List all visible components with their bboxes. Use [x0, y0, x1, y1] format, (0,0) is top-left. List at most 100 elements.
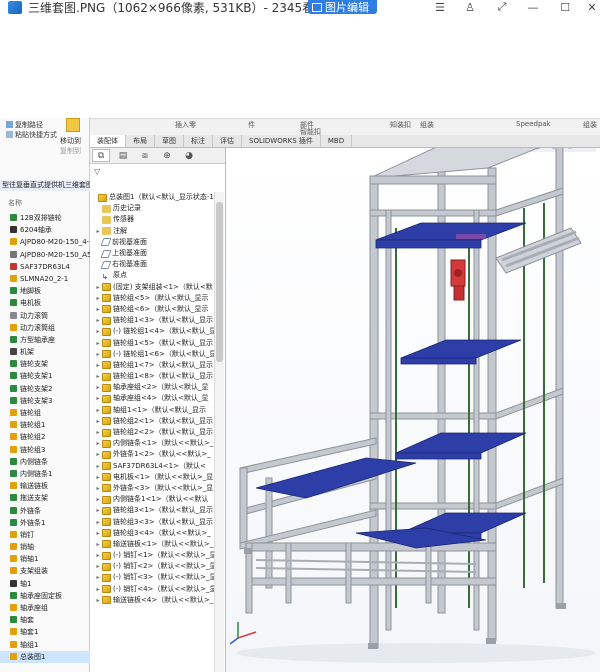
tab-sketch[interactable]: 草图 [155, 135, 184, 147]
tree-item[interactable]: ▸ SAF37DR63L4<1>（默认< [90, 461, 214, 472]
tree-item[interactable]: ▸ 外链条1<2>（默认<<默认>_ [90, 449, 214, 460]
file-list-item[interactable]: 内侧链条1 [0, 468, 90, 480]
tab-addins[interactable]: SOLIDWORKS 插件 [242, 135, 321, 147]
file-list-item[interactable]: AJPD80-M20-150_4- [0, 236, 90, 248]
expand-arrow-icon[interactable]: ▸ [94, 528, 102, 539]
expand-arrow-icon[interactable]: ▸ [94, 438, 102, 449]
expand-arrow-icon[interactable]: ▸ [94, 382, 102, 393]
tree-item[interactable]: ▸ 链轮组2<1>（默认<默认_显示 [90, 416, 214, 427]
file-list-item[interactable]: 动力滚筒组 [0, 322, 90, 334]
skin-icon[interactable]: ♙ [460, 0, 480, 14]
expand-arrow-icon[interactable]: ▸ [94, 226, 102, 237]
expand-arrow-icon[interactable]: ▸ [94, 494, 102, 505]
tree-item[interactable]: ▸ (-) 链轮组1<6>（默认<默认_显 [90, 349, 214, 360]
file-list-item[interactable]: SAF37DR63L4 [0, 261, 90, 273]
tab-evaluate[interactable]: 评估 [213, 135, 242, 147]
display-tab-icon[interactable]: ◕ [180, 149, 198, 162]
file-list-item[interactable]: 支架组装 [0, 565, 90, 577]
expand-arrow-icon[interactable]: ▸ [94, 505, 102, 516]
tree-item[interactable]: ▸ 链轮组3<4>（默认<<默认>_ [90, 528, 214, 539]
tab-assembly[interactable]: 装配体 [90, 135, 126, 147]
maximize-icon[interactable]: ☐ [555, 0, 575, 14]
file-list-item[interactable]: 销轴1 [0, 553, 90, 565]
feature-tree-tab-icon[interactable]: ⧉ [92, 149, 110, 162]
expand-arrow-icon[interactable]: ▸ [94, 561, 102, 572]
file-list-item[interactable]: 方型轴承座 [0, 334, 90, 346]
file-list-item[interactable]: 地脚板 [0, 285, 90, 297]
tree-item[interactable]: ▸ 输送链板<1>（默认<<默认>_ [90, 539, 214, 550]
tree-scroll-thumb[interactable] [216, 202, 223, 362]
file-list-item[interactable]: 轴承座固定板 [0, 590, 90, 602]
file-list-item[interactable]: 动力滚筒 [0, 310, 90, 322]
tree-item[interactable]: 前视基准面 [90, 237, 214, 248]
expand-arrow-icon[interactable]: ▸ [94, 416, 102, 427]
expand-arrow-icon[interactable]: ▸ [94, 326, 102, 337]
tree-item[interactable]: 历史记录 [90, 203, 214, 214]
graphics-viewport[interactable] [226, 148, 600, 672]
tree-item[interactable]: 总装图1（默认<默认_显示状态-1> [90, 192, 214, 203]
ribbon-label[interactable]: 件 [248, 120, 255, 130]
model-3d-view[interactable] [226, 148, 600, 672]
expand-arrow-icon[interactable]: ▸ [94, 304, 102, 315]
file-list-item[interactable]: 12B双排链轮 [0, 212, 90, 224]
tree-item[interactable]: ▸ 外链条<3>（默认<<默认>_显 [90, 483, 214, 494]
expand-arrow-icon[interactable]: ▸ [94, 360, 102, 371]
tree-item[interactable]: ▸ 轴承座组<2>（默认<默认_显 [90, 382, 214, 393]
file-list-item[interactable]: 链轮组1 [0, 419, 90, 431]
expand-arrow-icon[interactable]: ▸ [94, 449, 102, 460]
expand-arrow-icon[interactable]: ▸ [94, 472, 102, 483]
tree-item[interactable]: ▸ 链轮组3<1>（默认<默认_显示 [90, 505, 214, 516]
expand-arrow-icon[interactable]: ▸ [94, 572, 102, 583]
file-list-item[interactable]: 链轮组3 [0, 444, 90, 456]
close-icon[interactable]: ✕ [582, 0, 600, 14]
tab-layout[interactable]: 布局 [126, 135, 155, 147]
file-list-item[interactable]: 总装图1 [0, 650, 90, 663]
tree-item[interactable]: ▸ 链轮组1<3>（默认<默认_显示 [90, 315, 214, 326]
tree-item[interactable]: ▸ 轴组1<1>（默认<默认_显示 [90, 405, 214, 416]
file-list-item[interactable]: 链轮支架3 [0, 395, 90, 407]
tree-item[interactable]: ▸ 链轮组1<7>（默认<默认_显示 [90, 360, 214, 371]
file-list-item[interactable]: 链轮支架1 [0, 370, 90, 382]
tree-scrollbar[interactable] [214, 192, 224, 672]
expand-arrow-icon[interactable]: ▸ [94, 405, 102, 416]
tree-item[interactable]: ▸ (-) 销钉<1>（默认<<默认>_显 [90, 550, 214, 561]
expand-arrow-icon[interactable]: ▸ [94, 584, 102, 595]
tree-item[interactable]: ▸ (-) 销钉<4>（默认<<默认>_显 [90, 584, 214, 595]
tree-item[interactable]: ▸ 链轮组3<3>（默认<默认_显示 [90, 516, 214, 527]
paste-shortcut-action[interactable]: 粘贴快捷方式 [6, 130, 57, 140]
file-list-item[interactable]: SLMNA20_2-1 [0, 273, 90, 285]
tree-item[interactable]: ▸ 轴承座组<4>（默认<默认_显 [90, 393, 214, 404]
ribbon-label[interactable]: 插入零 [175, 120, 196, 130]
file-list-item[interactable]: 链轮支架2 [0, 383, 90, 395]
file-list-item[interactable]: 机架 [0, 346, 90, 358]
tree-item[interactable]: ▸ (-) 链轮组1<4>（默认<默认_显 [90, 326, 214, 337]
file-list-item[interactable]: 外链条 [0, 505, 90, 517]
tree-item[interactable]: 上视基准面 [90, 248, 214, 259]
tree-item[interactable]: ▸ 输送链板<4>（默认<<默认>_ [90, 595, 214, 606]
file-list-item[interactable]: 轴承座组 [0, 602, 90, 614]
expand-arrow-icon[interactable]: ▸ [94, 293, 102, 304]
file-list-item[interactable]: 销轴 [0, 541, 90, 553]
file-list-item[interactable]: 轴套1 [0, 626, 90, 638]
tab-markup[interactable]: 标注 [184, 135, 213, 147]
minimize-icon[interactable]: — [523, 0, 543, 14]
ribbon-label[interactable]: 组装 [583, 120, 597, 130]
move-to-folder-icon[interactable] [66, 118, 80, 132]
file-list-item[interactable]: 链轮支架 [0, 358, 90, 370]
tree-item[interactable]: ▸ 链轮组1<8>（默认<默认_显示 [90, 371, 214, 382]
file-list-item[interactable]: 内侧链条 [0, 456, 90, 468]
move-to-label[interactable]: 移动到 [60, 136, 81, 146]
file-list-item[interactable]: AJPD80-M20-150_A5 [0, 249, 90, 261]
tree-item[interactable]: ▸ 链轮组2<2>（默认<默认_显示 [90, 427, 214, 438]
file-list-item[interactable]: 轴1 [0, 578, 90, 590]
name-column-header[interactable]: 名称 [8, 198, 22, 208]
expand-arrow-icon[interactable]: ▸ [94, 539, 102, 550]
ribbon-label[interactable]: 知装扣 [390, 120, 411, 130]
file-list-item[interactable]: 轴组1 [0, 639, 90, 651]
tree-item[interactable]: ▸ 链轮组1<5>（默认<默认_显示 [90, 337, 214, 348]
tree-item[interactable]: ▸ 链轮组<6>（默认<默认_显示 [90, 304, 214, 315]
image-edit-button[interactable]: 图片编辑 [308, 0, 377, 14]
file-list-item[interactable]: 拖送支架 [0, 492, 90, 504]
property-tab-icon[interactable]: ▤ [114, 149, 132, 162]
tree-item[interactable]: ▸ 电机板<1>（默认<<默认>_显 [90, 472, 214, 483]
